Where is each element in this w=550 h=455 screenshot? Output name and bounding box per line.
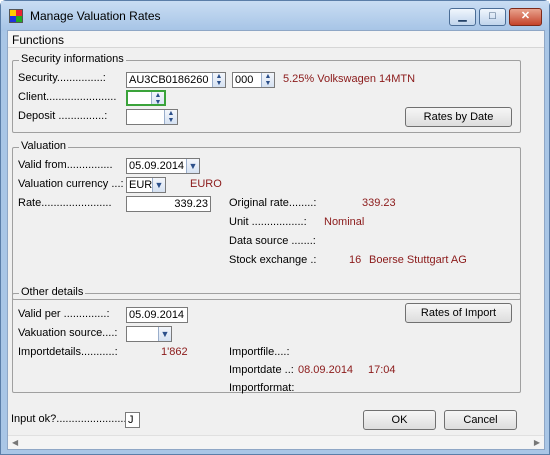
rate-input[interactable]: 339.23	[126, 196, 211, 212]
ok-button[interactable]: OK	[363, 410, 436, 430]
chevron-down-icon[interactable]: ▼	[152, 178, 165, 192]
valuation-source-select[interactable]: ▼	[126, 326, 172, 342]
original-rate-label: Original rate........:	[229, 197, 317, 209]
valuation-currency-label: Valuation currency ...:	[18, 178, 124, 190]
valuation-legend: Valuation	[19, 140, 69, 152]
window-title: Manage Valuation Rates	[30, 9, 161, 23]
security-code-value: 000	[235, 74, 254, 86]
valid-from-label: Valid from...............	[18, 159, 113, 171]
valuation-source-label: Vakuation source....:	[18, 327, 118, 339]
chevron-down-icon[interactable]: ▼	[186, 159, 199, 173]
security-code-select[interactable]: 000 ▲ ▼	[232, 72, 275, 88]
importfile-label: Importfile....:	[229, 346, 290, 358]
security-select[interactable]: AU3CB0186260 ▲ ▼	[126, 72, 226, 88]
client-select[interactable]: ▲ ▼	[126, 90, 166, 106]
currency-name: EURO	[190, 178, 222, 190]
chevron-down-icon[interactable]: ▼	[158, 327, 171, 341]
input-ok-label: Input ok?.......................	[11, 413, 127, 425]
dialog-body: Functions Security informations Security…	[7, 30, 545, 450]
spinner-icon[interactable]: ▲ ▼	[212, 73, 225, 87]
security-informations-group: Security informations Security..........…	[12, 53, 521, 133]
unit-label: Unit .................:	[229, 216, 307, 228]
security-label: Security...............:	[18, 72, 106, 84]
deposit-select[interactable]: ▲ ▼	[126, 109, 178, 125]
maximize-button[interactable]: □	[479, 8, 506, 26]
stock-exchange-name: Boerse Stuttgart AG	[369, 254, 467, 266]
valuation-currency-select[interactable]: EUR ▼	[126, 177, 166, 193]
importdate-label: Importdate ..:	[229, 364, 294, 376]
scroll-right-icon[interactable]: ▶	[534, 438, 540, 447]
importformat-label: Importformat:	[229, 382, 295, 394]
close-button[interactable]: ✕	[509, 8, 542, 26]
client-label: Client.......................	[18, 91, 117, 103]
rate-label: Rate.......................	[18, 197, 112, 209]
menu-functions[interactable]: Functions	[12, 33, 64, 47]
importdate-time: 17:04	[368, 364, 396, 376]
importdetails-label: Importdetails...........:	[18, 346, 118, 358]
valuation-group: Valuation Valid from............... 05.0…	[12, 140, 521, 300]
valuation-currency-value: EUR	[129, 179, 153, 191]
menu-bar: Functions	[8, 31, 544, 48]
stock-exchange-label: Stock exchange .:	[229, 254, 317, 266]
valid-from-date-picker[interactable]: 05.09.2014 ▼	[126, 158, 200, 174]
scroll-left-icon[interactable]: ◀	[12, 438, 18, 447]
valid-per-label: Valid per ..............:	[18, 308, 110, 320]
deposit-label: Deposit ...............:	[18, 110, 108, 122]
original-rate-value: 339.23	[362, 197, 396, 209]
spinner-icon[interactable]: ▲ ▼	[261, 73, 274, 87]
security-value: AU3CB0186260	[129, 74, 209, 86]
title-bar: Manage Valuation Rates ▁ □ ✕	[1, 1, 549, 31]
data-source-label: Data source .......:	[229, 235, 316, 247]
minimize-button[interactable]: ▁	[449, 8, 476, 26]
rates-of-import-button[interactable]: Rates of Import	[405, 303, 512, 323]
spinner-icon[interactable]: ▲ ▼	[151, 92, 164, 104]
spinner-icon[interactable]: ▲ ▼	[164, 110, 177, 124]
security-description: 5.25% Volkswagen 14MTN	[283, 73, 416, 85]
dialog-window: Manage Valuation Rates ▁ □ ✕ Functions S…	[0, 0, 550, 455]
valid-per-input[interactable]: 05.09.2014	[126, 307, 188, 323]
unit-value: Nominal	[324, 216, 365, 228]
horizontal-scrollbar[interactable]: ◀ ▶	[8, 435, 544, 449]
stock-exchange-code: 16	[349, 254, 362, 266]
valid-from-value: 05.09.2014	[129, 160, 185, 172]
input-ok-field[interactable]: J	[125, 412, 140, 428]
importdate-date: 08.09.2014	[298, 364, 354, 376]
cancel-button[interactable]: Cancel	[444, 410, 517, 430]
other-details-group: Other details Valid per ..............: …	[12, 286, 521, 394]
security-informations-legend: Security informations	[19, 53, 126, 65]
app-icon	[9, 9, 23, 23]
importdetails-value: 1'862	[161, 346, 188, 358]
other-details-legend: Other details	[19, 286, 86, 298]
rates-by-date-button[interactable]: Rates by Date	[405, 107, 512, 127]
